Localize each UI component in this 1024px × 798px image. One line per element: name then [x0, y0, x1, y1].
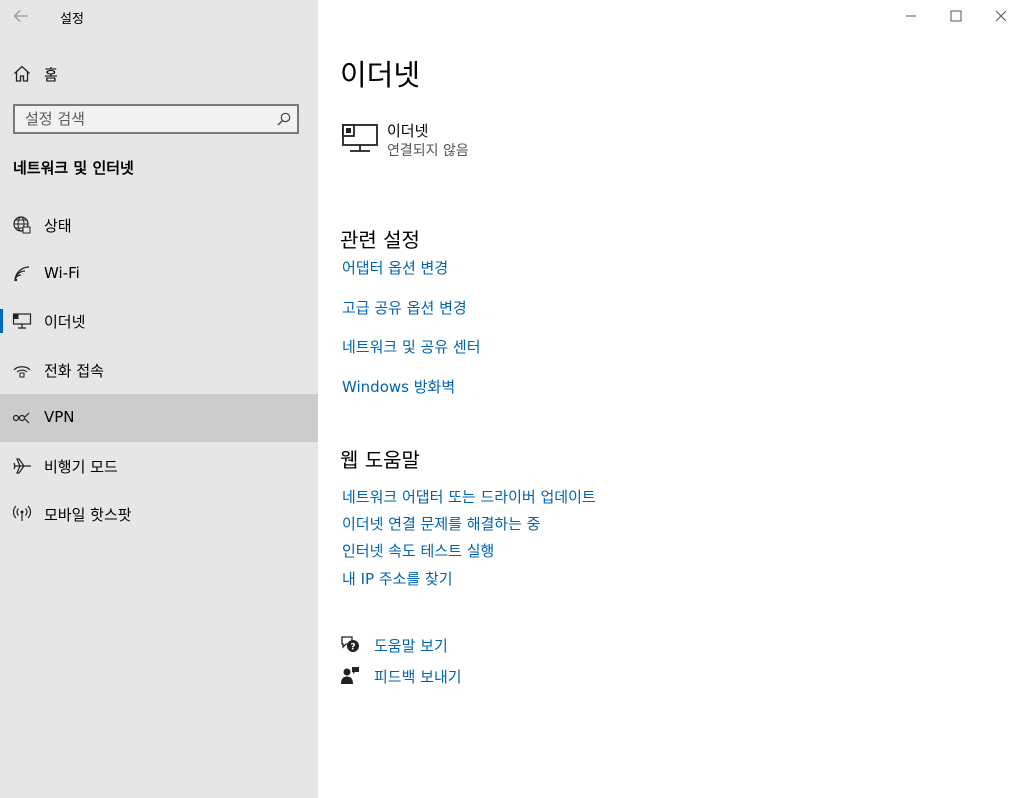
link-find-ip[interactable]: 내 IP 주소를 찾기: [342, 568, 453, 589]
ethernet-adapter-icon: [342, 124, 378, 152]
sidebar: 설정 홈 네트워크 및 인터넷 상태 Wi-Fi: [0, 0, 318, 798]
hotspot-icon: [12, 505, 32, 521]
svg-text:?: ?: [350, 643, 355, 653]
dialup-icon: [13, 366, 31, 378]
link-speed-test[interactable]: 인터넷 속도 테스트 실행: [342, 540, 494, 561]
sidebar-item-label: Wi-Fi: [44, 264, 80, 282]
sidebar-item-airplane[interactable]: 비행기 모드: [0, 442, 318, 490]
status-globe-icon: [13, 216, 31, 234]
app-title: 설정: [60, 12, 84, 27]
link-troubleshoot-ethernet[interactable]: 이더넷 연결 문제를 해결하는 중: [342, 513, 540, 534]
airplane-icon: [13, 458, 31, 474]
sidebar-item-label: 홈: [44, 66, 58, 84]
sidebar-item-dialup[interactable]: 전화 접속: [0, 346, 318, 394]
adapter-status: 연결되지 않음: [387, 143, 469, 159]
sidebar-item-home[interactable]: 홈: [0, 56, 318, 92]
link-network-sharing-center[interactable]: 네트워크 및 공유 센터: [342, 336, 481, 357]
sidebar-item-label: 비행기 모드: [44, 458, 118, 476]
sidebar-item-wifi[interactable]: Wi-Fi: [0, 250, 318, 298]
page-title: 이더넷: [340, 58, 421, 92]
adapter-name: 이더넷: [387, 122, 429, 140]
minimize-button[interactable]: [888, 0, 934, 32]
related-settings-heading: 관련 설정: [340, 228, 420, 252]
link-advanced-sharing[interactable]: 고급 공유 옵션 변경: [342, 297, 467, 318]
home-icon: [14, 65, 30, 82]
back-arrow-icon: [13, 10, 28, 22]
sidebar-item-label: 모바일 핫스팟: [44, 506, 132, 524]
ethernet-adapter[interactable]: 이더넷 연결되지 않음: [340, 118, 640, 162]
sidebar-item-label: 이더넷: [44, 313, 86, 331]
maximize-icon: [950, 10, 962, 22]
sidebar-item-label: VPN: [44, 408, 75, 426]
search-input[interactable]: [15, 106, 275, 132]
selection-indicator: [0, 309, 3, 333]
help-chat-icon: ?: [341, 636, 359, 653]
link-adapter-options[interactable]: 어댑터 옵션 변경: [342, 257, 448, 278]
maximize-button[interactable]: [933, 0, 979, 32]
wifi-icon: [14, 266, 30, 282]
link-windows-firewall[interactable]: Windows 방화벽: [342, 376, 455, 397]
ethernet-icon: [12, 313, 32, 329]
feedback-link[interactable]: 피드백 보내기: [374, 666, 462, 687]
vpn-icon: [12, 412, 30, 424]
back-button[interactable]: [8, 2, 34, 30]
sidebar-item-hotspot[interactable]: 모바일 핫스팟: [0, 490, 318, 538]
get-help-link[interactable]: 도움말 보기: [374, 635, 448, 656]
sidebar-item-status[interactable]: 상태: [0, 201, 318, 249]
sidebar-item-ethernet[interactable]: 이더넷: [0, 297, 318, 345]
section-title: 네트워크 및 인터넷: [13, 159, 134, 177]
sidebar-item-vpn[interactable]: VPN: [0, 394, 318, 442]
link-update-driver[interactable]: 네트워크 어댑터 또는 드라이버 업데이트: [342, 486, 596, 507]
sidebar-item-label: 상태: [44, 217, 72, 235]
close-button[interactable]: [978, 0, 1024, 32]
minimize-icon: [906, 15, 916, 17]
feedback-icon: [341, 667, 359, 684]
web-help-heading: 웹 도움말: [340, 448, 420, 472]
close-icon: [995, 10, 1007, 22]
search-box[interactable]: [13, 104, 299, 134]
sidebar-item-label: 전화 접속: [44, 362, 104, 380]
search-icon[interactable]: [277, 112, 291, 126]
